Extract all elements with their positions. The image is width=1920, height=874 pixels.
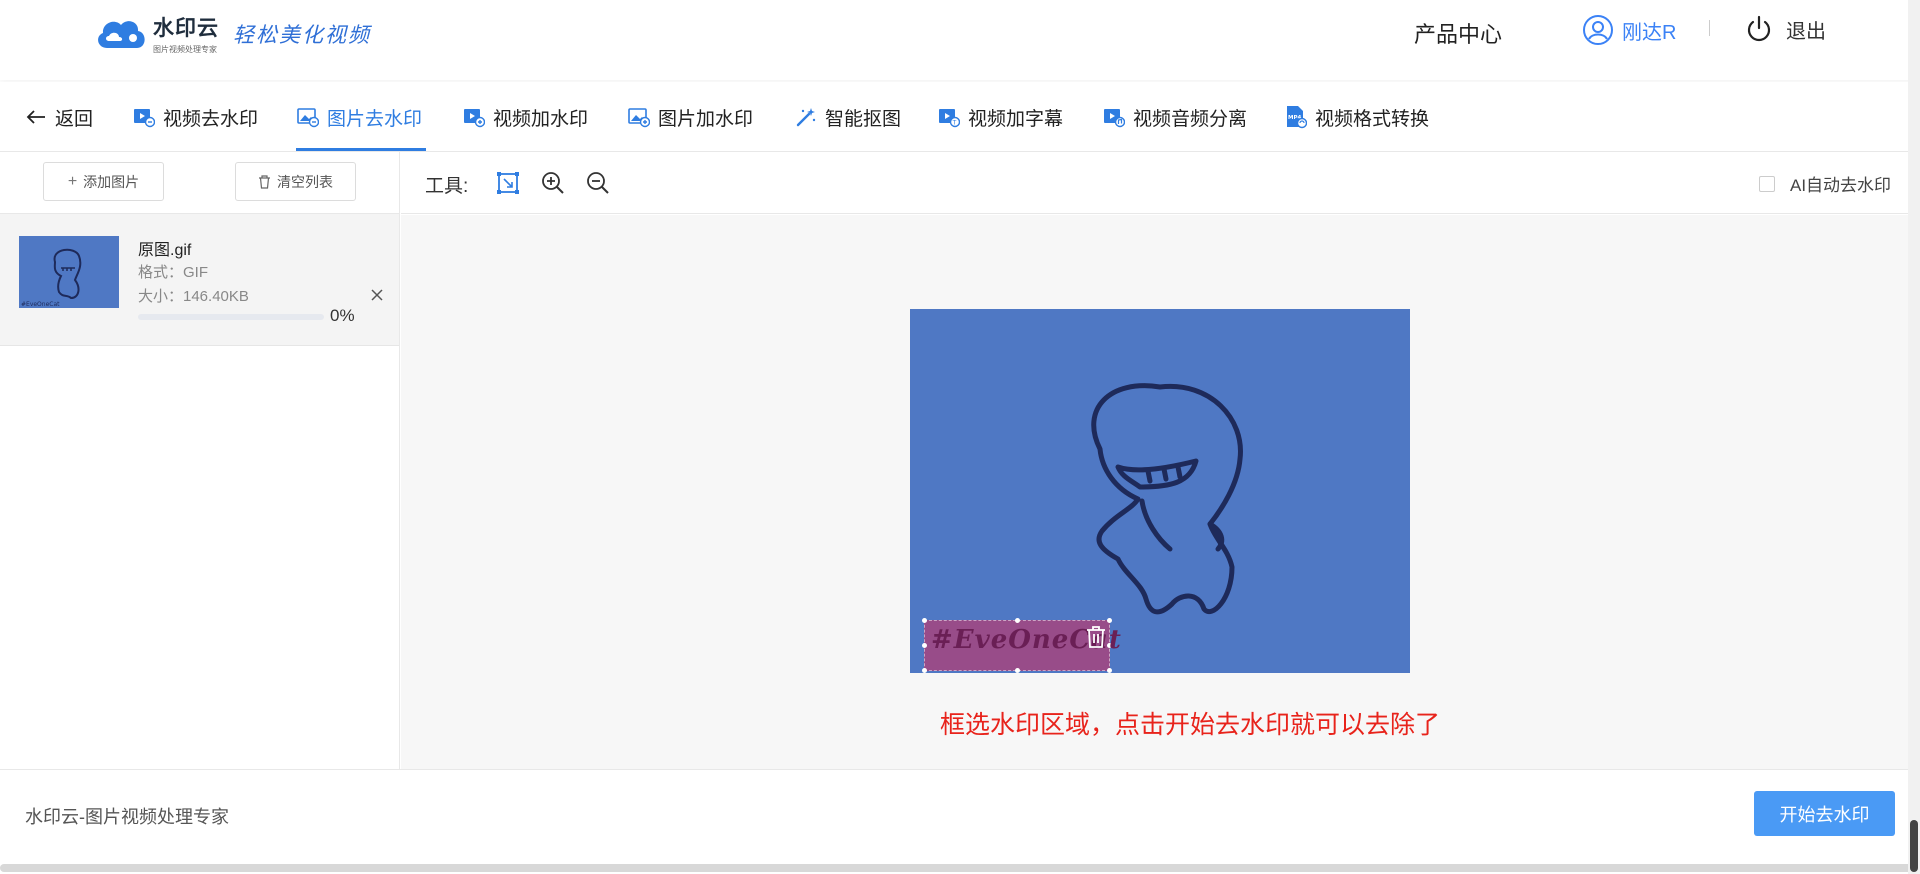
tab-label: 视频音频分离 [1133, 108, 1248, 130]
ai-auto-remove-toggle[interactable]: AI自动去水印 [1759, 171, 1891, 196]
products-center-link[interactable]: 产品中心 [1414, 17, 1502, 49]
resize-handle[interactable] [1015, 618, 1020, 623]
image-add-icon [628, 106, 650, 128]
zoom-out-icon [587, 172, 609, 194]
resize-handle[interactable] [922, 618, 927, 623]
file-progress-percent: 0% [330, 306, 355, 325]
header-divider [1709, 20, 1710, 36]
logo[interactable]: 水印云 图片视频处理专家 轻松美化视频 [93, 12, 371, 55]
vertical-scrollbar[interactable] [1908, 0, 1920, 874]
footer-bar: 水印云-图片视频处理专家 开始去水印 [0, 769, 1920, 863]
footer-brand-text: 水印云-图片视频处理专家 [25, 807, 229, 827]
file-sidebar: + 添加图片 清空列表 #EveOneCat 原图.gif 格式：GIF 大小：… [0, 152, 400, 769]
select-area-tool[interactable] [493, 168, 523, 198]
user-icon [1583, 15, 1613, 45]
logo-name: 水印云 [153, 17, 219, 40]
tab-label: 视频格式转换 [1315, 108, 1430, 130]
svg-text:T: T [952, 120, 957, 127]
zoom-in-button[interactable] [538, 168, 568, 198]
file-format: 格式：GIF [138, 264, 208, 281]
tab-smart-cutout[interactable]: 智能抠图 [795, 102, 901, 132]
tool-nav: 返回 视频去水印 图片去水印 视频加水印 图片加水印 智能抠图 T 视频加字幕 … [0, 82, 1920, 152]
logout-label: 退出 [1786, 20, 1826, 43]
start-remove-watermark-button[interactable]: 开始去水印 [1754, 791, 1895, 836]
plus-icon: + [67, 172, 78, 190]
zoom-in-icon [542, 172, 564, 194]
image-remove-icon [297, 106, 319, 128]
instruction-hint: 框选水印区域，点击开始去水印就可以去除了 [940, 711, 1441, 739]
tab-video-subtitle[interactable]: T 视频加字幕 [938, 102, 1063, 132]
back-label: 返回 [55, 108, 94, 130]
logo-subtitle: 图片视频处理专家 [153, 45, 217, 54]
clear-list-button[interactable]: 清空列表 [235, 162, 356, 201]
resize-handle[interactable] [1015, 668, 1020, 673]
resize-handle[interactable] [922, 643, 927, 648]
delete-selection-button[interactable] [1085, 625, 1107, 654]
arrow-left-icon [25, 109, 47, 125]
username: 刚达R [1622, 21, 1677, 44]
svg-text:#EveOneCat: #EveOneCat [21, 301, 60, 308]
back-button[interactable]: 返回 [25, 102, 93, 132]
resize-handle[interactable] [1107, 618, 1112, 623]
resize-handle[interactable] [1107, 668, 1112, 673]
preview-image[interactable]: #EveOneCat [910, 309, 1410, 673]
horizontal-scrollbar[interactable] [0, 864, 1912, 872]
ai-auto-label: AI自动去水印 [1790, 176, 1892, 195]
watermark-selection-box[interactable]: #EveOneCat [922, 618, 1121, 673]
file-list-item[interactable]: #EveOneCat 原图.gif 格式：GIF 大小：146.40KB 0% [0, 214, 399, 346]
sidebar-toolbar: + 添加图片 清空列表 [0, 152, 399, 214]
tab-label: 视频去水印 [163, 108, 259, 130]
remove-file-button[interactable] [370, 288, 384, 307]
editor-canvas[interactable]: #EveOneCat 框选水印区域，点击开始去水印就可以去除了 [401, 215, 1920, 769]
file-size: 大小：146.40KB [138, 288, 249, 305]
file-name: 原图.gif [138, 242, 192, 259]
add-image-button[interactable]: + 添加图片 [43, 162, 164, 201]
logout-button[interactable]: 退出 [1744, 14, 1826, 44]
tab-audio-split[interactable]: 视频音频分离 [1103, 102, 1247, 132]
magic-wand-icon [795, 106, 817, 128]
tab-video-add-watermark[interactable]: 视频加水印 [463, 102, 588, 132]
ai-auto-checkbox[interactable] [1759, 175, 1775, 192]
zoom-out-button[interactable] [583, 168, 613, 198]
video-remove-icon [133, 106, 155, 128]
file-progress-bar [138, 314, 324, 320]
mp4-convert-icon: MP4 [1285, 105, 1307, 129]
tab-label: 图片去水印 [327, 108, 423, 130]
tab-image-add-watermark[interactable]: 图片加水印 [628, 102, 753, 132]
audio-split-icon [1103, 106, 1125, 128]
trash-icon [259, 174, 270, 189]
user-menu[interactable]: 刚达R [1582, 14, 1676, 46]
clear-list-label: 清空列表 [277, 173, 333, 190]
logo-slogan: 轻松美化视频 [233, 22, 371, 47]
cartoon-drawing [1091, 383, 1243, 615]
power-icon [1747, 15, 1771, 42]
tab-label: 智能抠图 [825, 108, 902, 130]
tab-label: 图片加水印 [658, 108, 754, 130]
file-thumbnail: #EveOneCat [19, 236, 119, 308]
tools-bar: 工具: AI自动去水印 [401, 152, 1920, 214]
tab-video-remove-watermark[interactable]: 视频去水印 [133, 102, 258, 132]
cloud-logo-icon [98, 20, 145, 48]
top-header: 水印云 图片视频处理专家 轻松美化视频 产品中心 刚达R 退出 [0, 0, 1920, 80]
close-icon [371, 289, 383, 301]
tab-label: 视频加字幕 [968, 108, 1064, 130]
tab-format-convert[interactable]: MP4 视频格式转换 [1285, 102, 1429, 132]
tab-image-remove-watermark[interactable]: 图片去水印 [297, 102, 422, 132]
video-add-icon [463, 106, 485, 128]
resize-handle[interactable] [922, 668, 927, 673]
trash-icon [1087, 626, 1105, 648]
active-tab-indicator [296, 148, 426, 151]
tools-label: 工具: [425, 176, 469, 197]
tab-label: 视频加水印 [493, 108, 589, 130]
subtitle-icon: T [938, 106, 960, 128]
scrollbar-thumb[interactable] [1910, 820, 1918, 872]
selection-box-icon [497, 172, 519, 194]
add-image-label: 添加图片 [83, 173, 140, 190]
